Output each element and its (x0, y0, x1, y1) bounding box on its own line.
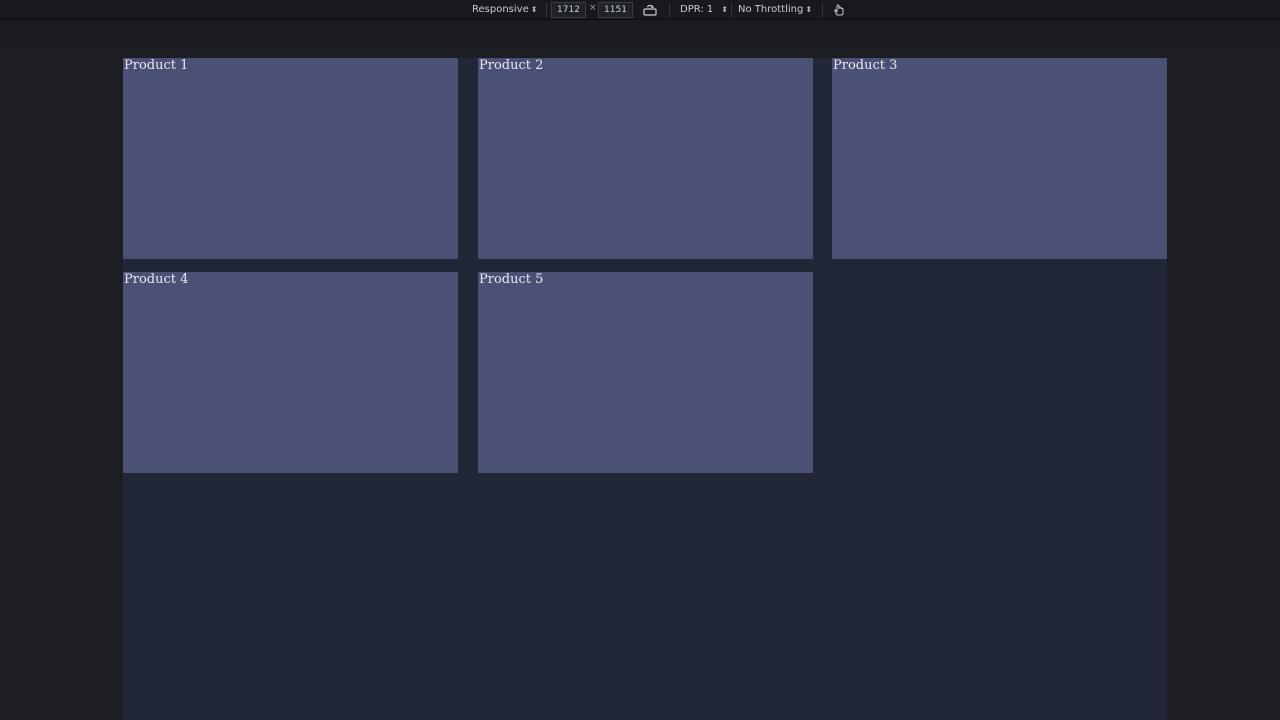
page-viewport: Product 1 Product 2 Product 3 Product 4 … (123, 58, 1167, 720)
toolbar-divider (731, 3, 732, 17)
touch-simulation-button[interactable] (831, 2, 847, 18)
product-title: Product 2 (479, 58, 544, 73)
viewport-width-input[interactable]: 1712 (551, 2, 586, 18)
rotate-viewport-icon (643, 4, 657, 16)
product-title: Product 4 (124, 272, 189, 287)
viewport-height-input[interactable]: 1151 (598, 2, 633, 18)
select-arrows-icon: ⬍ (805, 5, 813, 14)
product-title: Product 5 (479, 272, 544, 287)
throttling-selector[interactable]: No Throttling ⬍ (738, 2, 812, 18)
responsive-design-toolbar: Responsive ⬍ 1712 × 1151 DPR: 1 ⬍ No Throt… (0, 0, 1280, 20)
product-card[interactable]: Product 3 (832, 58, 1167, 259)
touch-simulation-icon (834, 4, 844, 16)
product-card[interactable]: Product 5 (478, 272, 813, 473)
toolbar-divider (546, 3, 547, 17)
product-card[interactable]: Product 1 (123, 58, 458, 259)
dpr-selector[interactable]: DPR: 1 ⬍ (680, 2, 728, 18)
product-card[interactable]: Product 2 (478, 58, 813, 259)
toolbar-divider (822, 3, 823, 17)
viewport-height-value: 1151 (604, 5, 627, 15)
dimension-separator: × (589, 3, 597, 13)
devtools-subbar (0, 20, 1280, 44)
device-selector[interactable]: Responsive ⬍ (472, 2, 537, 18)
dpr-selector-label: DPR: 1 (680, 4, 714, 15)
rotate-viewport-button[interactable] (642, 2, 658, 18)
viewport-width-value: 1712 (557, 5, 580, 15)
toolbar-divider (669, 3, 670, 17)
product-title: Product 1 (124, 58, 189, 73)
select-arrows-icon: ⬍ (721, 5, 728, 14)
product-card[interactable]: Product 4 (123, 272, 458, 473)
device-selector-label: Responsive (472, 4, 529, 15)
product-title: Product 3 (833, 58, 898, 73)
select-arrows-icon: ⬍ (530, 5, 538, 14)
throttling-selector-label: No Throttling (738, 4, 804, 15)
